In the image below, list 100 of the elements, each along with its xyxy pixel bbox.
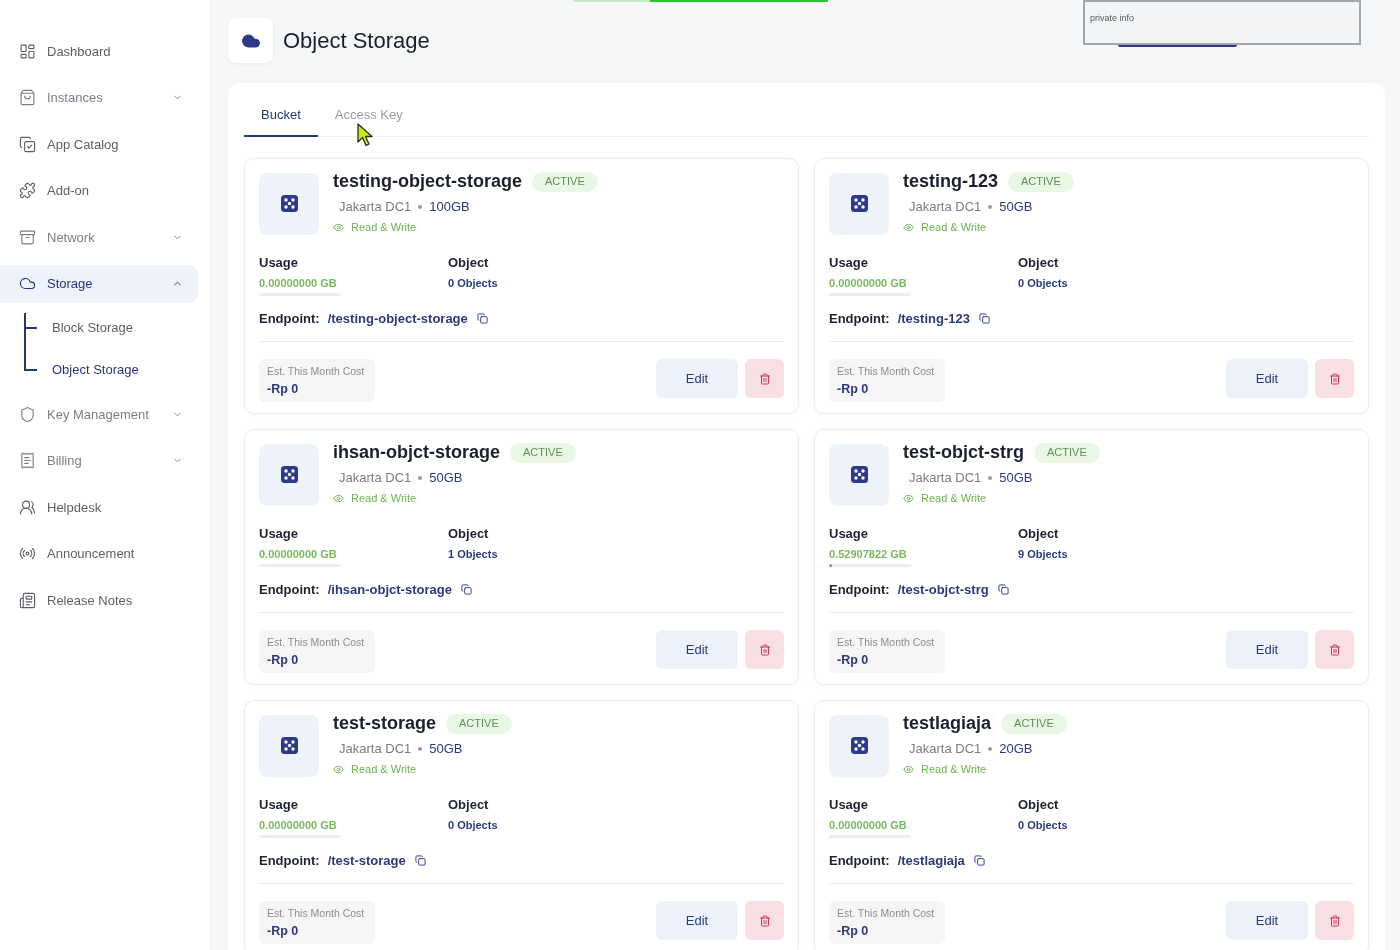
object-label: Object [448, 524, 490, 543]
object-label: Object [1018, 524, 1060, 543]
location-text: Jakarta DC1 [909, 468, 982, 487]
eye-icon [333, 493, 344, 504]
location-text: Jakarta DC1 [909, 739, 982, 758]
trash-icon [758, 372, 771, 385]
edit-button[interactable]: Edit [1226, 359, 1308, 398]
sidebar-item[interactable]: Announcement [0, 534, 198, 573]
trash-icon [758, 643, 771, 656]
status-badge: ACTIVE [510, 442, 576, 463]
edit-button[interactable]: Edit [656, 630, 738, 669]
copy-icon [997, 583, 1009, 595]
eye-icon [903, 764, 914, 775]
sidebar-item[interactable]: Instances [0, 78, 198, 117]
cost-label: Est. This Month Cost [267, 906, 366, 921]
size-text: 50GB [429, 739, 463, 758]
cost-value: -Rp 0 [837, 651, 870, 669]
receipt-icon [19, 452, 36, 470]
sidebar-item[interactable]: Release Notes [0, 581, 198, 620]
sidebar-item[interactable]: Storage [0, 264, 198, 303]
sidebar-subitem[interactable]: Block Storage [52, 318, 133, 338]
tab[interactable]: Bucket [244, 105, 318, 137]
puzzle-icon [19, 182, 36, 200]
endpoint-path: /testlagiaja [897, 851, 965, 870]
sidebar-item[interactable]: Helpdesk [0, 488, 198, 527]
location-text: Jakarta DC1 [909, 197, 982, 216]
object-label: Object [448, 795, 490, 814]
object-label: Object [1018, 795, 1060, 814]
size-text: 100GB [429, 197, 470, 216]
cost-value: -Rp 0 [267, 651, 300, 669]
endpoint-path: /test-objct-strg [897, 580, 989, 599]
object-count: 1 Objects [448, 547, 499, 562]
shield-icon [19, 405, 36, 423]
endpoint-label: Endpoint: [259, 851, 320, 870]
location-text: Jakarta DC1 [339, 197, 412, 216]
dice-icon [829, 172, 889, 235]
access-text: Read & Write [351, 762, 417, 778]
access-text: Read & Write [351, 491, 417, 507]
edit-button[interactable]: Edit [656, 901, 738, 940]
bucket-name: testing-123 [903, 170, 999, 193]
copy-button[interactable] [476, 312, 488, 324]
bucket-name: ihsan-objct-storage [333, 441, 501, 464]
object-count: 0 Objects [448, 818, 499, 833]
size-text: 50GB [999, 468, 1033, 487]
cost-value: -Rp 0 [267, 922, 300, 940]
cost-value: -Rp 0 [837, 380, 870, 398]
size-text: 50GB [999, 197, 1033, 216]
grid-icon [19, 42, 36, 60]
object-count: 0 Objects [1018, 276, 1069, 291]
bucket-name: test-objct-strg [903, 441, 1024, 464]
usage-label: Usage [829, 253, 870, 272]
redaction-text: private info [1090, 13, 1135, 23]
endpoint-label: Endpoint: [829, 580, 890, 599]
endpoint-path: /testing-123 [897, 309, 970, 328]
usage-label: Usage [829, 795, 870, 814]
usage-value: 0.00000000 GB [829, 818, 908, 833]
trash-icon [1328, 372, 1341, 385]
edit-button[interactable]: Edit [1226, 630, 1308, 669]
status-badge: ACTIVE [532, 171, 598, 192]
cost-value: -Rp 0 [267, 380, 300, 398]
access-text: Read & Write [921, 491, 987, 507]
object-label: Object [1018, 253, 1060, 272]
object-count: 0 Objects [448, 276, 499, 291]
dice-icon [259, 172, 319, 235]
endpoint-path: /test-storage [327, 851, 406, 870]
usage-label: Usage [259, 253, 300, 272]
trash-icon [1328, 914, 1341, 927]
copy-button[interactable] [997, 583, 1009, 595]
copy-button[interactable] [414, 854, 426, 866]
usage-value: 0.00000000 GB [259, 818, 338, 833]
access-text: Read & Write [921, 220, 987, 236]
copy-icon [414, 854, 426, 866]
usage-label: Usage [259, 795, 300, 814]
copy-check-icon [19, 135, 36, 153]
copy-button[interactable] [978, 312, 990, 324]
sidebar-subitem[interactable]: Object Storage [52, 360, 139, 380]
edit-button[interactable]: Edit [656, 359, 738, 398]
endpoint-path: /ihsan-objct-storage [327, 580, 452, 599]
sidebar-item[interactable]: Key Management [0, 395, 198, 434]
sidebar-item[interactable]: Add-on [0, 171, 198, 210]
sidebar-item[interactable]: Network [0, 218, 198, 257]
copy-icon [973, 854, 985, 866]
usage-value: 0.00000000 GB [259, 547, 338, 562]
copy-button[interactable] [973, 854, 985, 866]
eye-icon [903, 493, 914, 504]
usage-value: 0.00000000 GB [259, 276, 338, 291]
sidebar-item[interactable]: App Catalog [0, 125, 198, 164]
mouse-cursor-icon [357, 123, 373, 147]
copy-button[interactable] [460, 583, 472, 595]
status-badge: ACTIVE [1008, 171, 1074, 192]
bucket-name: testlagiaja [903, 712, 992, 735]
sidebar-item[interactable]: Dashboard [0, 32, 198, 71]
usage-value: 0.52907822 GB [829, 547, 908, 562]
archive-box-icon [19, 228, 36, 246]
usage-label: Usage [829, 524, 870, 543]
edit-button[interactable]: Edit [1226, 901, 1308, 940]
size-text: 20GB [999, 739, 1033, 758]
bag-icon [19, 89, 36, 107]
sidebar-item[interactable]: Billing [0, 441, 198, 480]
cost-label: Est. This Month Cost [267, 364, 366, 379]
